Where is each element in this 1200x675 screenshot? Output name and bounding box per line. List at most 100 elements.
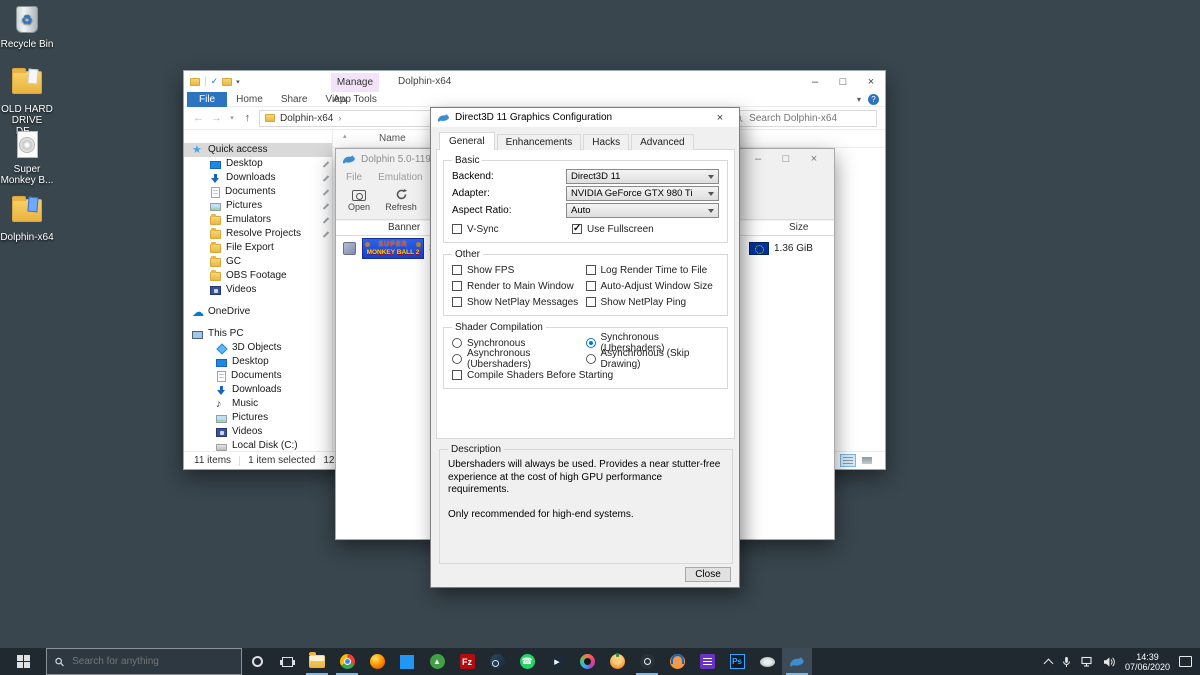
start-button[interactable] — [0, 648, 46, 675]
backend-dropdown[interactable]: Direct3D 11 — [566, 169, 719, 184]
column-banner[interactable]: Banner — [388, 222, 420, 233]
action-center-icon[interactable] — [1179, 656, 1192, 667]
sidebar-item-pc-videos[interactable]: Videos — [184, 425, 332, 439]
taskbar-app-file-explorer[interactable] — [302, 648, 332, 675]
taskbar-app-media-player[interactable]: ▶ — [542, 648, 572, 675]
taskbar-app-filezilla[interactable]: Fz — [452, 648, 482, 675]
taskbar-app-whatsapp[interactable]: ☎ — [512, 648, 542, 675]
details-view-button[interactable] — [840, 454, 856, 467]
tab-enhancements[interactable]: Enhancements — [496, 134, 582, 150]
tab-general[interactable]: General — [439, 132, 495, 150]
sidebar-item-music[interactable]: ♪ Music — [184, 397, 332, 411]
taskbar-app-mixer[interactable] — [692, 648, 722, 675]
network-icon[interactable] — [1081, 656, 1094, 668]
desktop-icon-super-monkey-ball[interactable]: Super Monkey B... — [0, 130, 54, 186]
refresh-button[interactable]: Refresh — [385, 188, 417, 212]
taskbar-app-dolphin[interactable] — [782, 648, 812, 675]
hidden-icons-chevron-icon[interactable] — [1043, 658, 1054, 668]
back-icon[interactable]: ← — [192, 112, 205, 124]
close-button[interactable]: × — [857, 76, 885, 88]
sidebar-item-local-disk[interactable]: Local Disk (C:) — [184, 439, 332, 451]
sidebar-item-3d-objects[interactable]: 3D Objects — [184, 341, 332, 355]
microphone-icon[interactable] — [1061, 656, 1072, 668]
sidebar-item-onedrive[interactable]: ☁ OneDrive — [184, 305, 332, 319]
sidebar-item-pc-desktop[interactable]: Desktop — [184, 355, 332, 369]
sidebar-item-file-export[interactable]: File Export — [184, 241, 332, 255]
qat-customize-chevron-icon[interactable]: ▾ — [236, 78, 240, 86]
sidebar-item-pc-pictures[interactable]: Pictures — [184, 411, 332, 425]
taskbar-app-moth[interactable] — [752, 648, 782, 675]
task-view-button[interactable] — [272, 648, 302, 675]
up-icon[interactable]: ↑ — [241, 112, 254, 124]
sidebar-item-gc[interactable]: GC — [184, 255, 332, 269]
checkbox-vsync[interactable]: V-Sync — [452, 221, 572, 237]
taskbar-app-obs-studio[interactable] — [632, 648, 662, 675]
quick-access-toolbar[interactable]: | ✓ ▾ — [184, 76, 240, 87]
explorer-search-box[interactable] — [729, 109, 877, 127]
checkbox-render-to-main[interactable]: Render to Main Window — [452, 278, 586, 294]
taskbar-app-green-launcher[interactable]: ▲ — [422, 648, 452, 675]
breadcrumb-chevron-icon[interactable]: › — [338, 113, 341, 123]
minimize-button[interactable]: – — [801, 76, 829, 88]
sidebar-item-emulators[interactable]: Emulators — [184, 213, 332, 227]
close-button[interactable]: × — [800, 153, 828, 165]
minimize-button[interactable]: – — [744, 153, 772, 165]
taskbar-clock[interactable]: 14:39 07/06/2020 — [1125, 652, 1170, 672]
sidebar-item-obs-footage[interactable]: OBS Footage — [184, 269, 332, 283]
new-folder-icon[interactable] — [222, 77, 233, 86]
menu-file[interactable]: File — [346, 172, 362, 183]
cortana-button[interactable] — [242, 648, 272, 675]
manage-contextual-tab[interactable]: Manage — [331, 73, 379, 92]
tab-file[interactable]: File — [187, 91, 228, 107]
tab-home[interactable]: Home — [227, 92, 272, 107]
taskbar-app-voicemod[interactable] — [662, 648, 692, 675]
checkbox-auto-adjust-window[interactable]: Auto-Adjust Window Size — [585, 278, 720, 294]
taskbar-app-chrome[interactable] — [332, 648, 362, 675]
taskbar-app-davinci-resolve[interactable] — [572, 648, 602, 675]
thumbnails-view-button[interactable] — [859, 454, 875, 467]
close-icon[interactable]: × — [707, 112, 733, 124]
open-button[interactable]: Open — [344, 188, 374, 212]
taskbar-app-firefox[interactable] — [362, 648, 392, 675]
search-input[interactable] — [747, 111, 871, 125]
tab-app-tools[interactable]: App Tools — [331, 92, 379, 107]
sidebar-item-documents[interactable]: Documents — [184, 185, 332, 199]
maximize-button[interactable]: □ — [829, 76, 857, 88]
aspect-ratio-dropdown[interactable]: Auto — [566, 203, 719, 218]
forward-icon[interactable]: → — [210, 112, 223, 124]
checkbox-show-netplay-messages[interactable]: Show NetPlay Messages — [452, 294, 586, 310]
column-size[interactable]: Size — [789, 222, 808, 233]
taskbar-app-vscode[interactable] — [392, 648, 422, 675]
taskbar-search-box[interactable] — [46, 648, 242, 675]
taskbar-app-steam[interactable] — [482, 648, 512, 675]
sidebar-item-resolve-projects[interactable]: Resolve Projects — [184, 227, 332, 241]
tab-hacks[interactable]: Hacks — [583, 134, 630, 150]
adapter-dropdown[interactable]: NVIDIA GeForce GTX 980 Ti — [566, 186, 719, 201]
tab-advanced[interactable]: Advanced — [631, 134, 694, 150]
recent-locations-chevron-icon[interactable]: ▾ — [228, 114, 236, 122]
help-icon[interactable]: ? — [868, 93, 879, 105]
desktop-icon-old-hard-drive[interactable]: OLD HARD DRIVE DE... — [0, 66, 54, 137]
sidebar-item-pc-documents[interactable]: Documents — [184, 369, 332, 383]
checkbox-show-netplay-ping[interactable]: Show NetPlay Ping — [585, 294, 720, 310]
close-button[interactable]: Close — [685, 567, 731, 582]
volume-icon[interactable] — [1103, 656, 1116, 668]
sidebar-item-pictures[interactable]: Pictures — [184, 199, 332, 213]
taskbar-app-photoshop[interactable]: Ps — [722, 648, 752, 675]
breadcrumb-path[interactable]: Dolphin-x64 — [280, 113, 333, 124]
sidebar-item-this-pc[interactable]: This PC — [184, 327, 332, 341]
tab-share[interactable]: Share — [272, 92, 317, 107]
checkbox-use-fullscreen[interactable]: Use Fullscreen — [572, 221, 654, 237]
taskbar-search-input[interactable] — [70, 655, 233, 668]
sidebar-item-videos[interactable]: Videos — [184, 283, 332, 297]
radio-asynchronous-ubershaders[interactable]: Asynchronous (Ubershaders) — [452, 348, 586, 370]
taskbar-app-monkey-ball[interactable] — [602, 648, 632, 675]
desktop-icon-dolphin-x64[interactable]: Dolphin-x64 — [0, 194, 54, 243]
menu-emulation[interactable]: Emulation — [378, 172, 422, 183]
properties-icon[interactable]: ✓ — [211, 76, 219, 87]
expand-ribbon-chevron-icon[interactable]: ▾ — [857, 95, 861, 104]
checkbox-log-render-time[interactable]: Log Render Time to File — [585, 262, 720, 278]
desktop-icon-recycle-bin[interactable]: ♻ Recycle Bin — [0, 6, 54, 50]
radio-asynchronous-skip-drawing[interactable]: Asynchronous (Skip Drawing) — [585, 348, 720, 370]
sidebar-item-desktop[interactable]: Desktop — [184, 157, 332, 171]
